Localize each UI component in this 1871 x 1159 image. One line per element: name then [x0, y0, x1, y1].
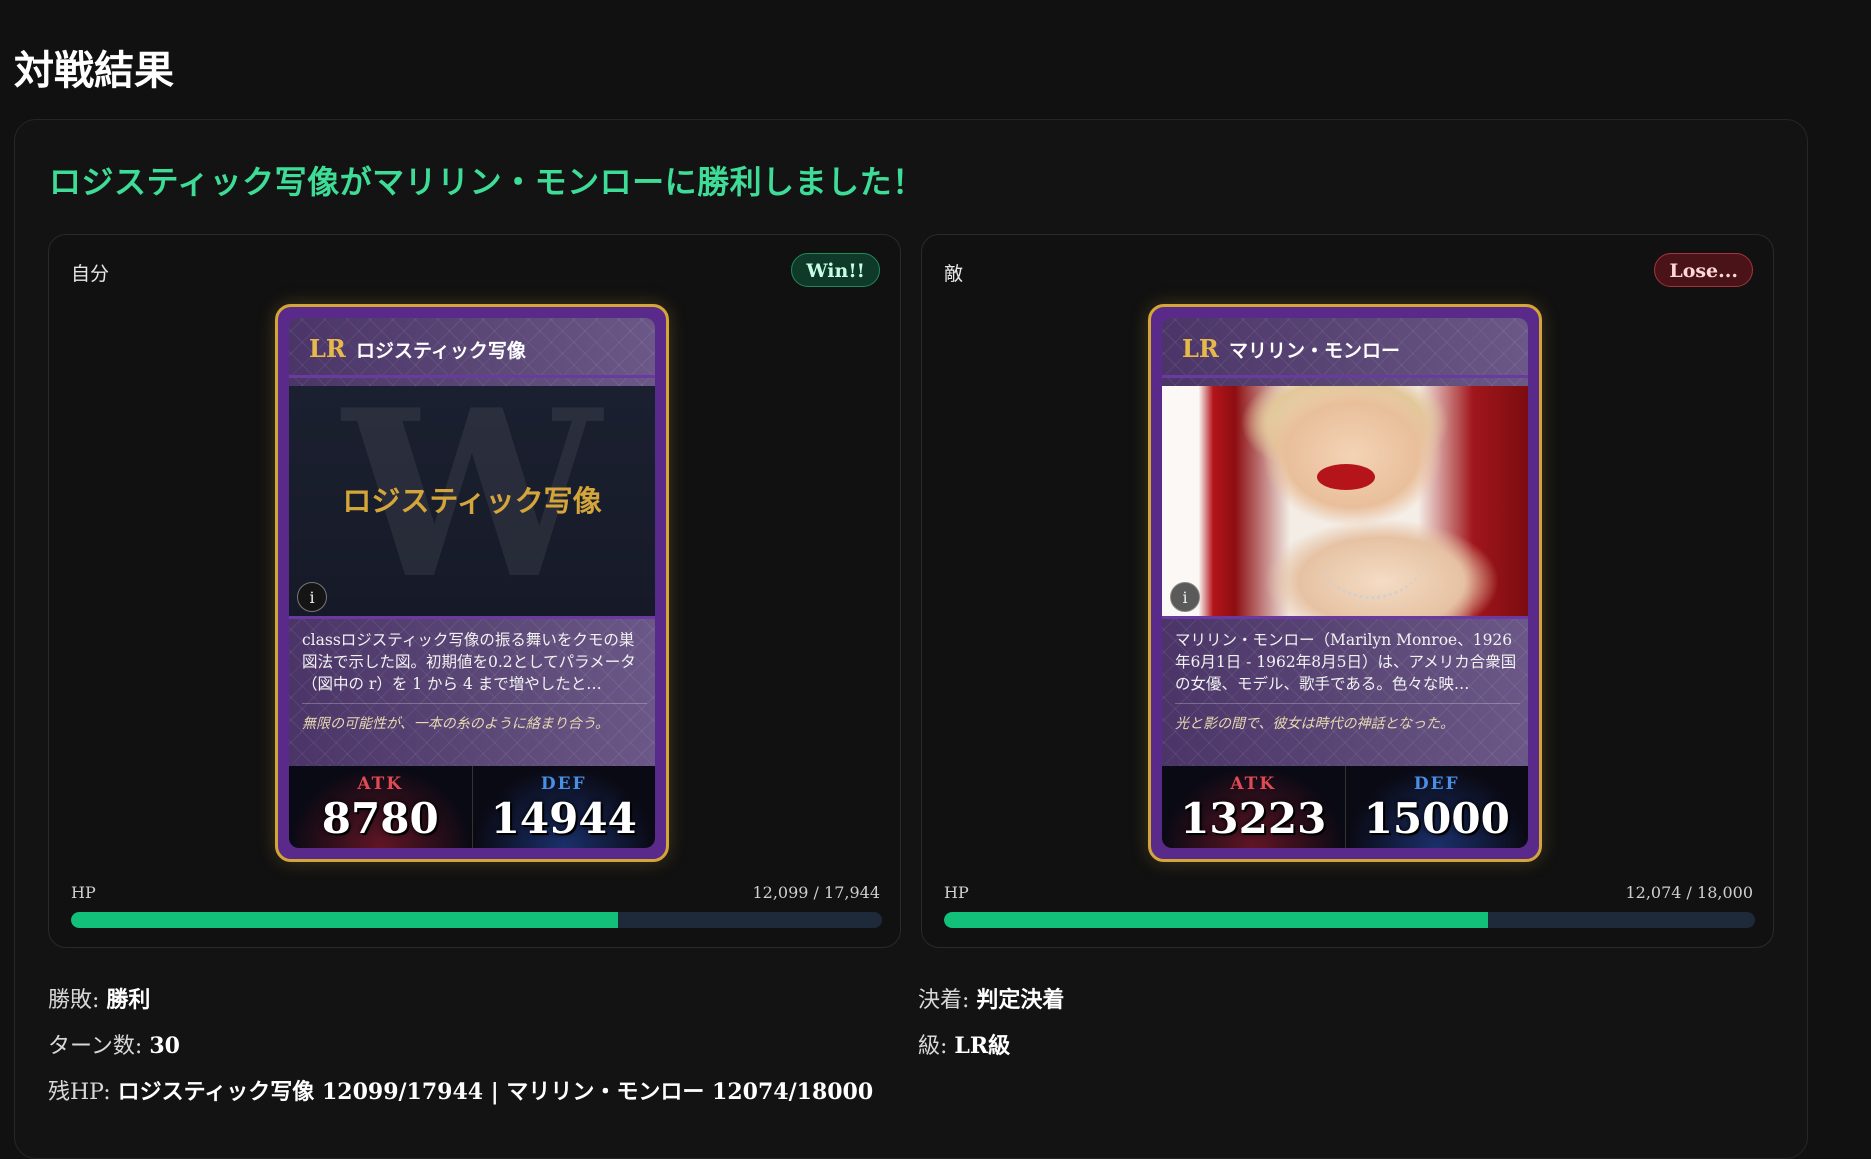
info-icon[interactable]: i	[1170, 582, 1200, 612]
portrait-necklace	[1312, 516, 1432, 599]
self-atk-stat: ATK 8780	[289, 766, 473, 848]
summary-decision-value: 判定決着	[976, 987, 1065, 1013]
summary-class: 級: LR級	[918, 1028, 1010, 1060]
page-title: 対戦結果	[14, 47, 174, 94]
result-headline: ロジスティック写像がマリリン・モンローに勝利しました！	[49, 163, 925, 201]
enemy-atk-stat: ATK 13223	[1162, 766, 1346, 848]
summary-outcome: 勝敗: 勝利	[48, 982, 150, 1014]
summary-outcome-label: 勝敗:	[48, 988, 107, 1013]
self-side-label: 自分	[71, 263, 110, 285]
info-icon[interactable]: i	[297, 582, 327, 612]
self-hp-bar	[71, 912, 882, 928]
self-card-inner: LR ロジスティック写像 W ロジスティック写像 i classロジスティック写…	[289, 318, 655, 848]
self-panel: 自分 Win!! LR ロジスティック写像 W ロジスティック写像 i clas…	[48, 234, 901, 948]
enemy-hp-label: HP	[944, 883, 969, 902]
self-card-body: classロジスティック写像の振る舞いをクモの巣図法で示した図。初期値を0.2と…	[289, 616, 655, 764]
enemy-hp-value: 12,074 / 18,000	[1625, 883, 1753, 902]
enemy-card[interactable]: LR マリリン・モンロー i マリリン・モンロー（Marilyn Monroe、…	[1148, 304, 1542, 862]
enemy-card-body: マリリン・モンロー（Marilyn Monroe、1926年6月1日 - 196…	[1162, 616, 1528, 764]
self-card-header: LR ロジスティック写像	[289, 318, 655, 378]
summary-class-label: 級:	[918, 1034, 955, 1059]
enemy-def-stat: DEF 15000	[1345, 766, 1528, 848]
portrait-lips	[1317, 464, 1375, 490]
enemy-card-rarity: LR	[1182, 334, 1219, 363]
card-divider	[302, 703, 647, 704]
lose-badge: Lose...	[1654, 253, 1753, 287]
def-label: DEF	[540, 774, 587, 794]
atk-label: ATK	[357, 774, 404, 794]
self-def-value: 14944	[490, 794, 637, 843]
enemy-panel: 敵 Lose... LR マリリン・モンロー i マリリン・モンロー（Maril…	[921, 234, 1774, 948]
win-badge: Win!!	[791, 253, 880, 287]
summary-turns-value: 30	[149, 1033, 180, 1059]
enemy-card-header: LR マリリン・モンロー	[1162, 318, 1528, 378]
enemy-atk-value: 13223	[1180, 794, 1327, 843]
self-def-stat: DEF 14944	[472, 766, 655, 848]
self-card-name: ロジスティック写像	[356, 340, 526, 362]
summary-decision: 決着: 判定決着	[918, 982, 1064, 1014]
self-card[interactable]: LR ロジスティック写像 W ロジスティック写像 i classロジスティック写…	[275, 304, 669, 862]
summary-turns: ターン数: 30	[48, 1028, 180, 1060]
enemy-card-name: マリリン・モンロー	[1229, 340, 1401, 362]
card-divider	[1175, 703, 1520, 704]
summary-class-value: LR級	[954, 1033, 1011, 1059]
enemy-hp-fill	[944, 912, 1489, 928]
summary-turns-label: ターン数:	[48, 1034, 150, 1059]
self-hp-value: 12,099 / 17,944	[752, 883, 880, 902]
self-card-art-title: ロジスティック写像	[342, 484, 602, 518]
self-hp-label: HP	[71, 883, 96, 902]
enemy-card-inner: LR マリリン・モンロー i マリリン・モンロー（Marilyn Monroe、…	[1162, 318, 1528, 848]
self-card-stats: ATK 8780 DEF 14944	[289, 766, 655, 848]
self-card-rarity: LR	[309, 334, 346, 363]
summary-remaining-hp-value: ロジスティック写像 12099/17944 | マリリン・モンロー 12074/…	[117, 1079, 874, 1105]
self-card-description: classロジスティック写像の振る舞いをクモの巣図法で示した図。初期値を0.2と…	[302, 631, 636, 693]
def-label: DEF	[1413, 774, 1460, 794]
enemy-hp-bar	[944, 912, 1755, 928]
enemy-card-stats: ATK 13223 DEF 15000	[1162, 766, 1528, 848]
atk-label: ATK	[1230, 774, 1277, 794]
result-panel: ロジスティック写像がマリリン・モンローに勝利しました！ 自分 Win!! LR …	[14, 119, 1808, 1159]
self-card-art: W ロジスティック写像 i	[289, 386, 655, 616]
enemy-card-description: マリリン・モンロー（Marilyn Monroe、1926年6月1日 - 196…	[1175, 631, 1517, 693]
summary-decision-label: 決着:	[918, 988, 977, 1013]
enemy-card-flavor: 光と影の間で、彼女は時代の神話となった。	[1175, 716, 1455, 732]
enemy-def-value: 15000	[1363, 794, 1510, 843]
self-atk-value: 8780	[321, 794, 439, 843]
summary-remaining-hp-label: 残HP:	[48, 1080, 118, 1105]
enemy-side-label: 敵	[944, 263, 964, 285]
self-hp-fill	[71, 912, 618, 928]
self-card-flavor: 無限の可能性が、一本の糸のように絡まり合う。	[302, 716, 609, 732]
enemy-card-portrait: i	[1162, 386, 1528, 616]
summary-remaining-hp: 残HP: ロジスティック写像 12099/17944 | マリリン・モンロー 1…	[48, 1074, 873, 1106]
summary-outcome-value: 勝利	[106, 987, 151, 1013]
